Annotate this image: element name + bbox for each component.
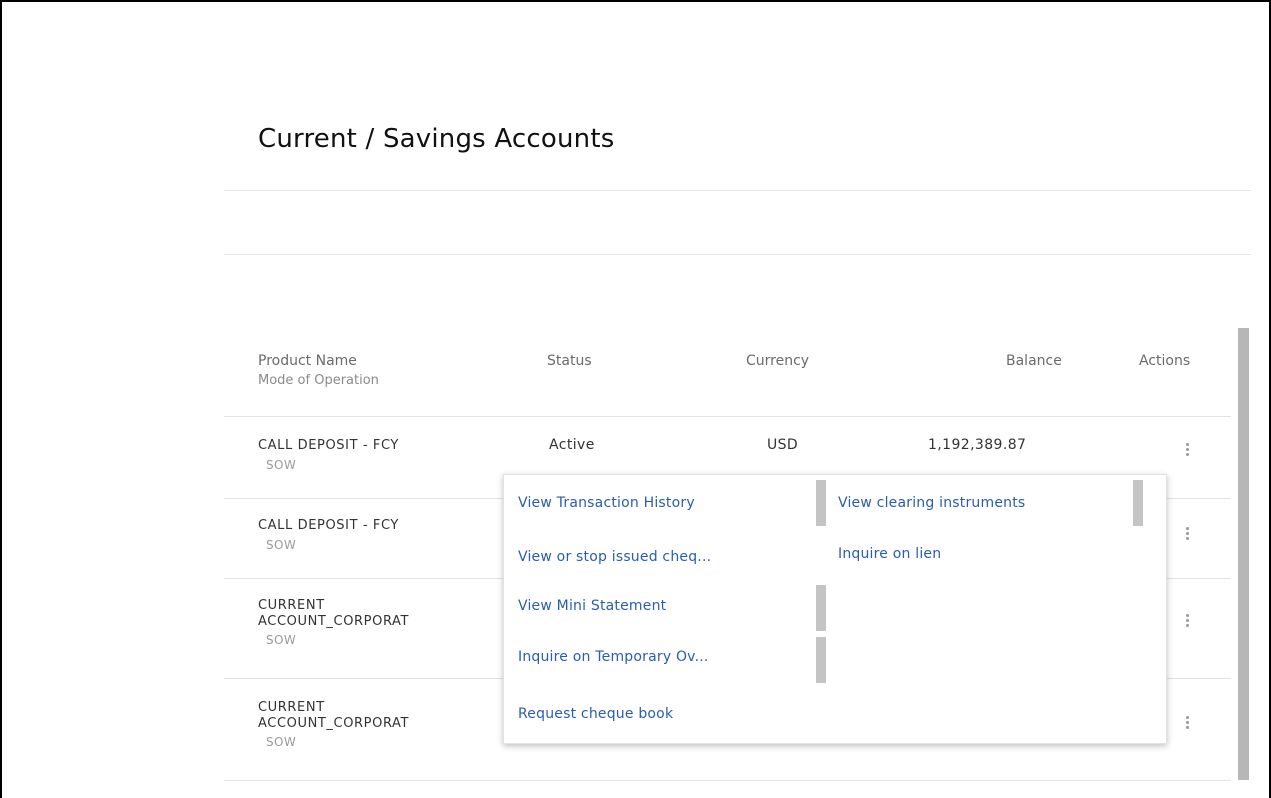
header-status: Status: [547, 353, 592, 369]
status-value: Active: [549, 437, 595, 453]
currency-value: USD: [767, 437, 799, 453]
product-name-line2: ACCOUNT_CORPORAT: [258, 716, 410, 731]
kebab-menu-icon[interactable]: [1182, 612, 1192, 634]
menu-item-request-cheque-book[interactable]: Request cheque book: [518, 706, 673, 722]
menu-item-view-mini-statement[interactable]: View Mini Statement: [518, 598, 666, 614]
menu-column-scrollbar[interactable]: [1133, 480, 1143, 526]
header-currency: Currency: [746, 353, 810, 369]
menu-item-view-transaction-history[interactable]: View Transaction History: [518, 495, 695, 511]
product-name-line1: CURRENT: [258, 700, 325, 715]
menu-column-scrollbar[interactable]: [816, 480, 826, 526]
balance-value: 1,192,389.87: [928, 437, 1027, 453]
header-balance: Balance: [1006, 353, 1062, 369]
mode-of-operation: SOW: [266, 735, 297, 749]
mode-of-operation: SOW: [266, 458, 297, 472]
menu-column-scrollbar[interactable]: [816, 585, 826, 631]
header-product-name: Product Name: [258, 353, 357, 369]
kebab-menu-icon[interactable]: [1182, 441, 1192, 463]
kebab-menu-icon[interactable]: [1182, 525, 1192, 547]
header-mode-of-operation: Mode of Operation: [258, 373, 379, 388]
menu-item-view-clearing-instruments[interactable]: View clearing instruments: [838, 495, 1025, 511]
menu-item-inquire-on-temporary-overdraft[interactable]: Inquire on Temporary Ov...: [518, 649, 709, 665]
row-separator: [224, 416, 1231, 417]
header-actions: Actions: [1139, 353, 1191, 369]
menu-item-inquire-on-lien[interactable]: Inquire on lien: [838, 546, 941, 562]
product-name: CALL DEPOSIT - FCY: [258, 438, 399, 453]
actions-menu: View Transaction History View or stop is…: [503, 474, 1167, 744]
menu-column-scrollbar[interactable]: [816, 637, 826, 683]
kebab-menu-icon[interactable]: [1182, 714, 1192, 736]
product-name: CALL DEPOSIT - FCY: [258, 518, 399, 533]
product-name-line2: ACCOUNT_CORPORAT: [258, 614, 410, 629]
mode-of-operation: SOW: [266, 633, 297, 647]
menu-item-view-or-stop-issued-cheques[interactable]: View or stop issued cheq...: [518, 549, 711, 565]
mode-of-operation: SOW: [266, 538, 297, 552]
title-divider: [224, 190, 1251, 191]
table-scrollbar[interactable]: [1238, 328, 1249, 780]
row-separator: [224, 780, 1231, 781]
product-name-line1: CURRENT: [258, 598, 325, 613]
frame-left-border: [0, 0, 2, 798]
page-title: Current / Savings Accounts: [258, 124, 615, 154]
frame-top-border: [0, 0, 1271, 2]
filter-divider: [224, 254, 1251, 255]
